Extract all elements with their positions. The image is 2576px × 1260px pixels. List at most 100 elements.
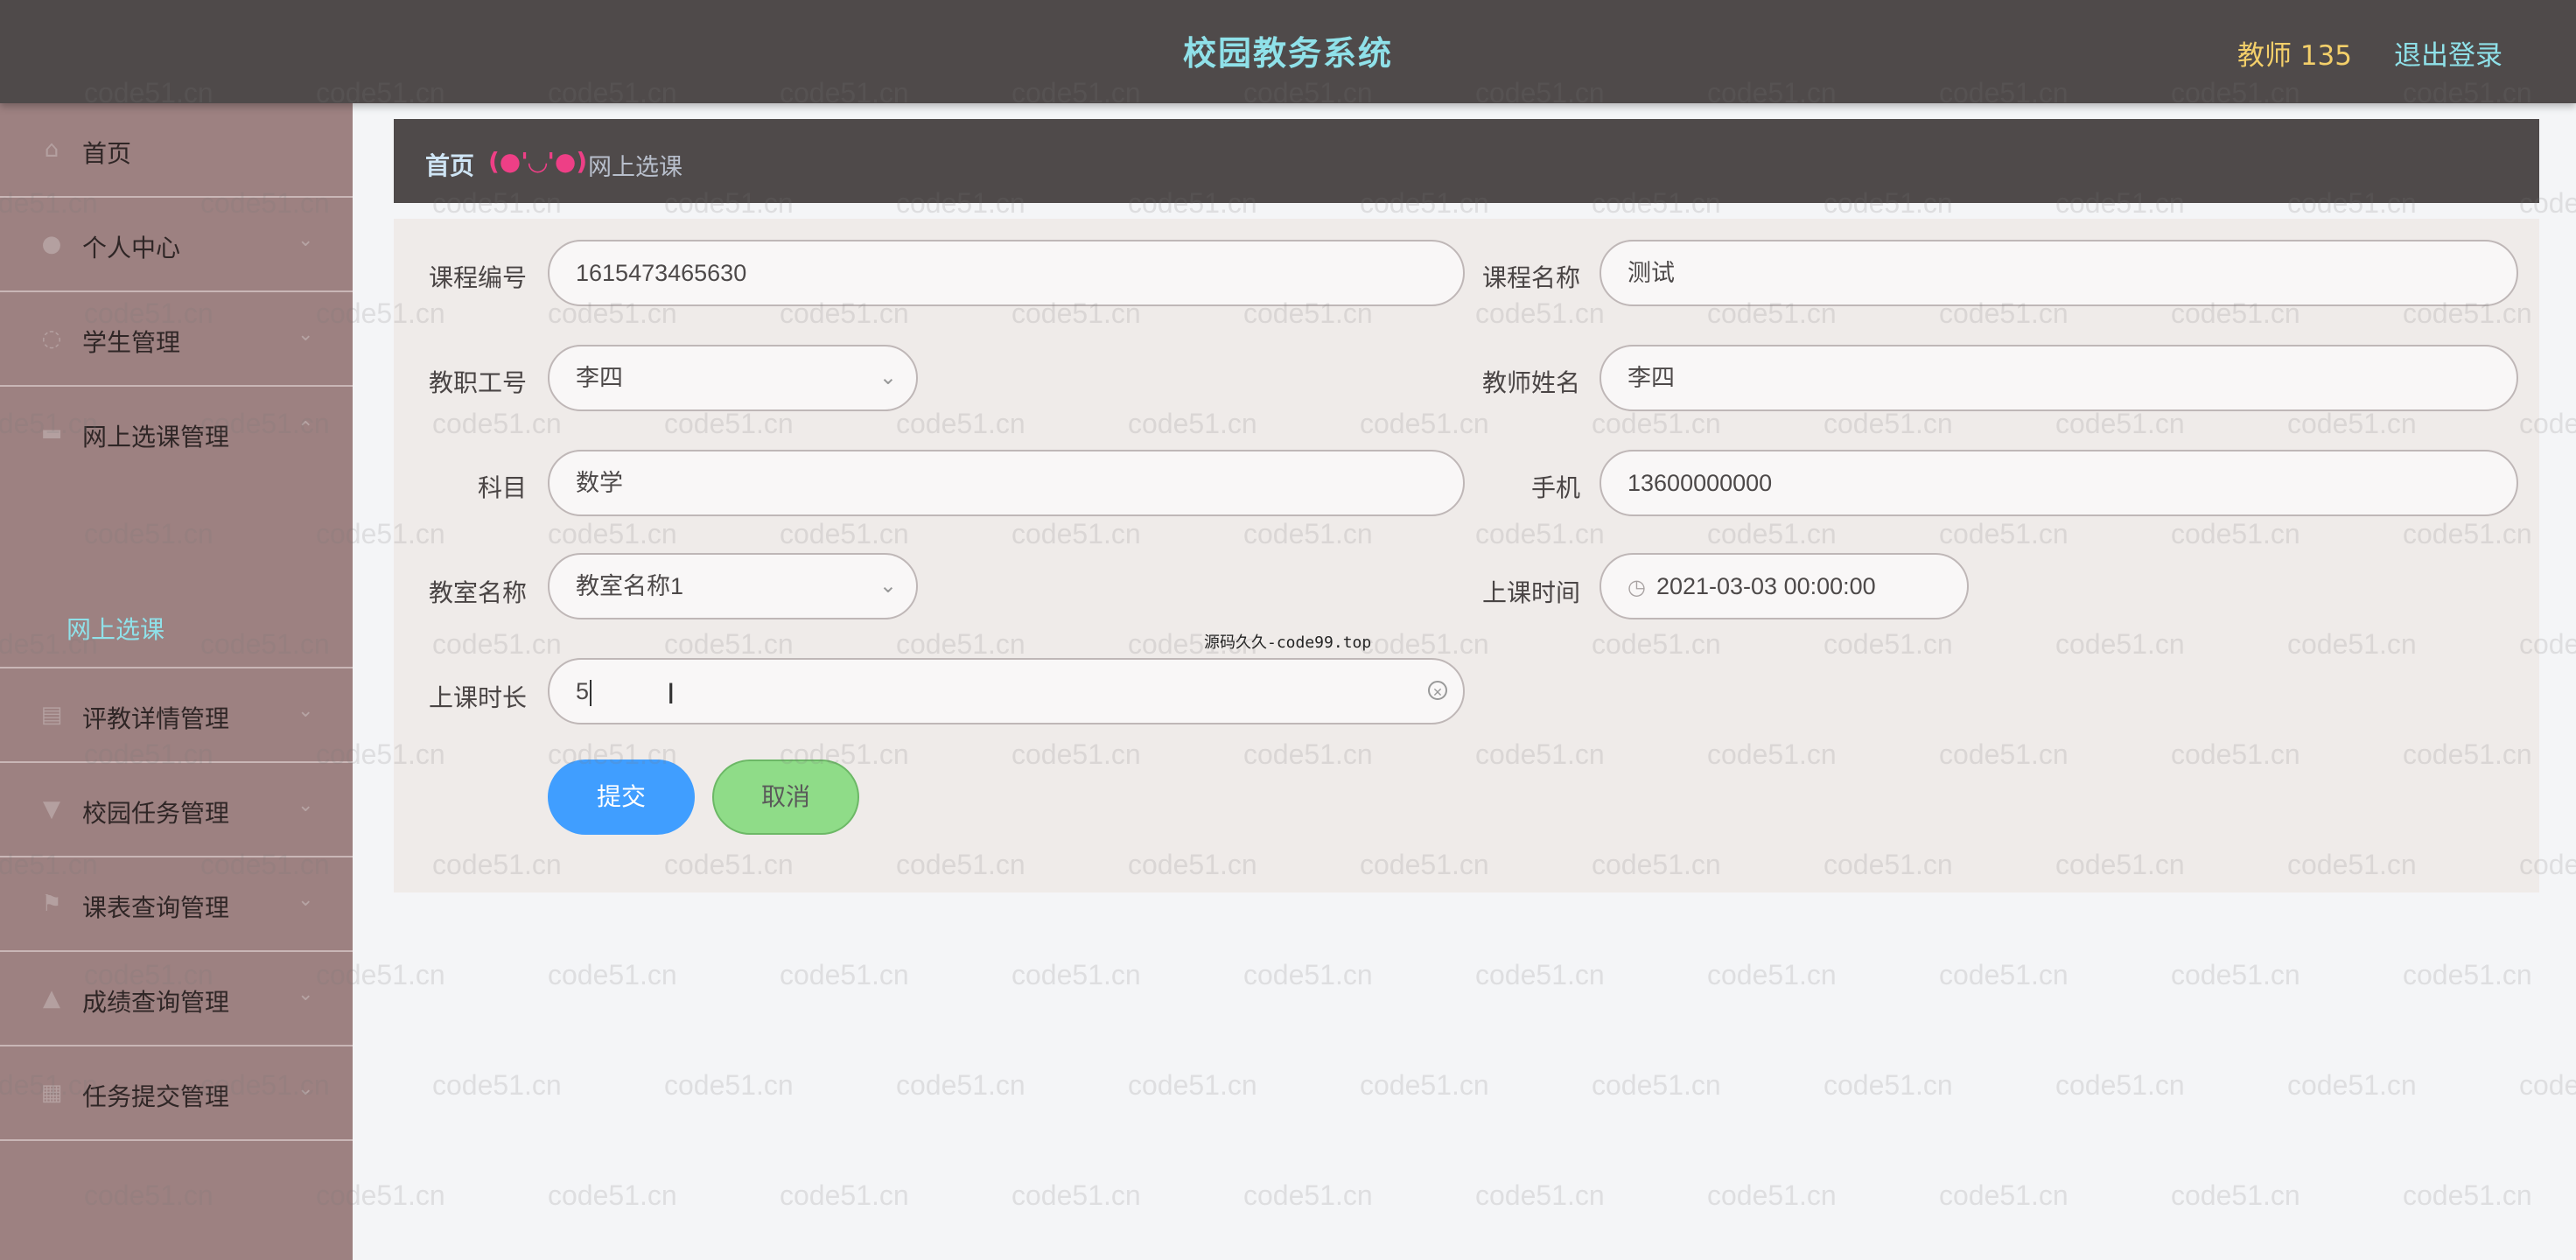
sidebar-item-label: 首页 (82, 139, 132, 168)
watermark-text: code51.cn (664, 1069, 794, 1101)
watermark-text: code51.cn (1707, 959, 1837, 990)
text-caret (590, 679, 592, 706)
course-name-label: 课程名称 (1481, 263, 1580, 292)
watermark-text: code51.cn (1475, 959, 1605, 990)
clear-icon[interactable]: ✕ (1428, 681, 1447, 700)
sidebar-item-label: 任务提交管理 (82, 1082, 230, 1111)
chevron-down-icon: ⌄ (298, 794, 314, 816)
watermark-text: code51.cn (1475, 1180, 1605, 1211)
course-no-value: 1615473465630 (576, 260, 747, 286)
watermark-text: code51.cn (432, 1069, 562, 1101)
classroom-value: 教室名称1 (576, 573, 684, 599)
course-name-value: 测试 (1628, 260, 1675, 286)
person-icon: ▲ (43, 985, 60, 1012)
chevron-down-icon: ⌄ (298, 229, 314, 251)
watermark-text: code51.cn (1824, 1069, 1953, 1101)
sidebar-item-campus-tasks[interactable]: ▼ 校园任务管理 ⌄ (0, 763, 353, 858)
current-user: 教师 135 (2236, 40, 2352, 72)
teacher-id-label: 教职工号 (428, 368, 527, 397)
sidebar-item-course-selection[interactable]: ▬ 网上选课管理 ⌃ (0, 387, 353, 481)
top-bar: 校园教务系统 教师 135 退出登录 (0, 0, 2576, 103)
sidebar-subitem-label: 网上选课 (66, 615, 165, 644)
sidebar-item-label: 课表查询管理 (82, 893, 230, 922)
course-name-field[interactable]: 测试 (1600, 240, 2518, 306)
sidebar-item-timetable[interactable]: ⚑ 课表查询管理 ⌄ (0, 858, 353, 952)
sidebar-item-home[interactable]: ⌂ 首页 (0, 103, 353, 198)
watermark-text: code51.cn (2171, 959, 2300, 990)
watermark-text: code51.cn (2287, 1069, 2417, 1101)
floating-note: 源码久久-code99.top (1204, 634, 1372, 652)
duration-value: 5 (576, 678, 590, 704)
phone-field[interactable]: 13600000000 (1600, 450, 2518, 516)
subject-value: 数学 (576, 470, 623, 496)
watermark-text: code51.cn (1243, 959, 1373, 990)
cup-icon: ▼ (43, 796, 60, 822)
grid-icon: ▦ (40, 1080, 63, 1106)
sidebar-item-label: 学生管理 (82, 328, 181, 357)
clock-icon: ◷ (1628, 576, 1646, 599)
cancel-button[interactable]: 取消 (712, 760, 859, 835)
course-no-field[interactable]: 1615473465630 (548, 240, 1465, 306)
ibeam-cursor-icon: I (667, 677, 676, 710)
watermark-text: code51.cn (780, 1180, 909, 1211)
sidebar-item-grades[interactable]: ▲ 成绩查询管理 ⌄ (0, 952, 353, 1046)
watermark-text: code51.cn (1012, 959, 1141, 990)
sidebar-item-evaluation[interactable]: ▤ 评教详情管理 ⌄ (0, 668, 353, 763)
class-time-value: 2021-03-03 00:00:00 (1656, 573, 1876, 599)
watermark-text: code51.cn (1243, 1180, 1373, 1211)
breadcrumb-separator: (●'◡'●) (488, 147, 588, 176)
sidebar-item-students[interactable]: ◌ 学生管理 ⌄ (0, 292, 353, 387)
watermark-text: code51.cn (896, 1069, 1026, 1101)
chevron-down-icon: ⌄ (878, 366, 897, 389)
class-time-picker[interactable]: ◷ 2021-03-03 00:00:00 (1600, 553, 1969, 620)
class-time-label: 上课时间 (1481, 578, 1580, 607)
watermark-text: code51.cn (780, 959, 909, 990)
watermark-text: code51.cn (548, 1180, 677, 1211)
breadcrumb-home[interactable]: 首页 (425, 147, 474, 182)
subject-label: 科目 (477, 473, 527, 502)
watermark-text: code51.cn (1939, 1180, 2068, 1211)
classroom-select[interactable]: 教室名称1 ⌄ (548, 553, 918, 620)
course-no-label: 课程编号 (428, 263, 527, 292)
flag-icon: ⚑ (41, 891, 62, 917)
submit-button[interactable]: 提交 (548, 760, 695, 835)
sidebar-item-label: 评教详情管理 (82, 704, 230, 733)
classroom-label: 教室名称 (428, 578, 527, 607)
chevron-down-icon: ⌄ (298, 700, 314, 722)
user-icon: ● (41, 231, 62, 257)
watermark-text: code51.cn (2403, 1180, 2532, 1211)
teacher-name-value: 李四 (1628, 365, 1675, 391)
sidebar-item-task-submission[interactable]: ▦ 任务提交管理 ⌄ (0, 1046, 353, 1141)
duration-label: 上课时长 (428, 683, 527, 712)
circle-icon: ◌ (41, 326, 62, 352)
breadcrumb: 首页 (●'◡'●) 网上选课 (394, 119, 2539, 203)
watermark-text: code51.cn (1592, 1069, 1721, 1101)
chevron-down-icon: ⌄ (298, 889, 314, 911)
watermark-text: code51.cn (1939, 959, 2068, 990)
watermark-text: code51.cn (2403, 959, 2532, 990)
watermark-text: code51.cn (2171, 1180, 2300, 1211)
sidebar-item-label: 网上选课管理 (82, 423, 230, 452)
sidebar-item-label: 校园任务管理 (82, 799, 230, 828)
watermark-text: code51.cn (1012, 1180, 1141, 1211)
teacher-id-select[interactable]: 李四 ⌄ (548, 345, 918, 411)
teacher-name-field[interactable]: 李四 (1600, 345, 2518, 411)
watermark-text: code51.cn (1707, 1180, 1837, 1211)
watermark-text: code51.cn (2055, 1069, 2185, 1101)
chevron-down-icon: ⌄ (298, 984, 314, 1005)
list-icon: ▤ (40, 702, 63, 728)
sidebar-subitem-course-selection[interactable]: 网上选课 (0, 578, 353, 668)
folder-icon: ▬ (40, 420, 63, 446)
duration-field[interactable]: 5 ✕ (548, 658, 1465, 724)
logout-link[interactable]: 退出登录 (2394, 33, 2502, 73)
sidebar-item-personal-center[interactable]: ● 个人中心 ⌄ (0, 198, 353, 292)
chevron-down-icon: ⌄ (298, 1078, 314, 1100)
breadcrumb-current: 网上选课 (588, 154, 682, 181)
watermark-text: code51.cn (2519, 1069, 2576, 1101)
sidebar-item-label: 个人中心 (82, 234, 181, 262)
sidebar: ⌂ 首页 ● 个人中心 ⌄ ◌ 学生管理 ⌄ ▬ 网上选课管理 ⌃ 网上选课 ▤… (0, 103, 353, 1260)
subject-field[interactable]: 数学 (548, 450, 1465, 516)
watermark-text: code51.cn (548, 959, 677, 990)
home-icon: ⌂ (44, 136, 60, 163)
chevron-down-icon: ⌄ (878, 574, 897, 598)
